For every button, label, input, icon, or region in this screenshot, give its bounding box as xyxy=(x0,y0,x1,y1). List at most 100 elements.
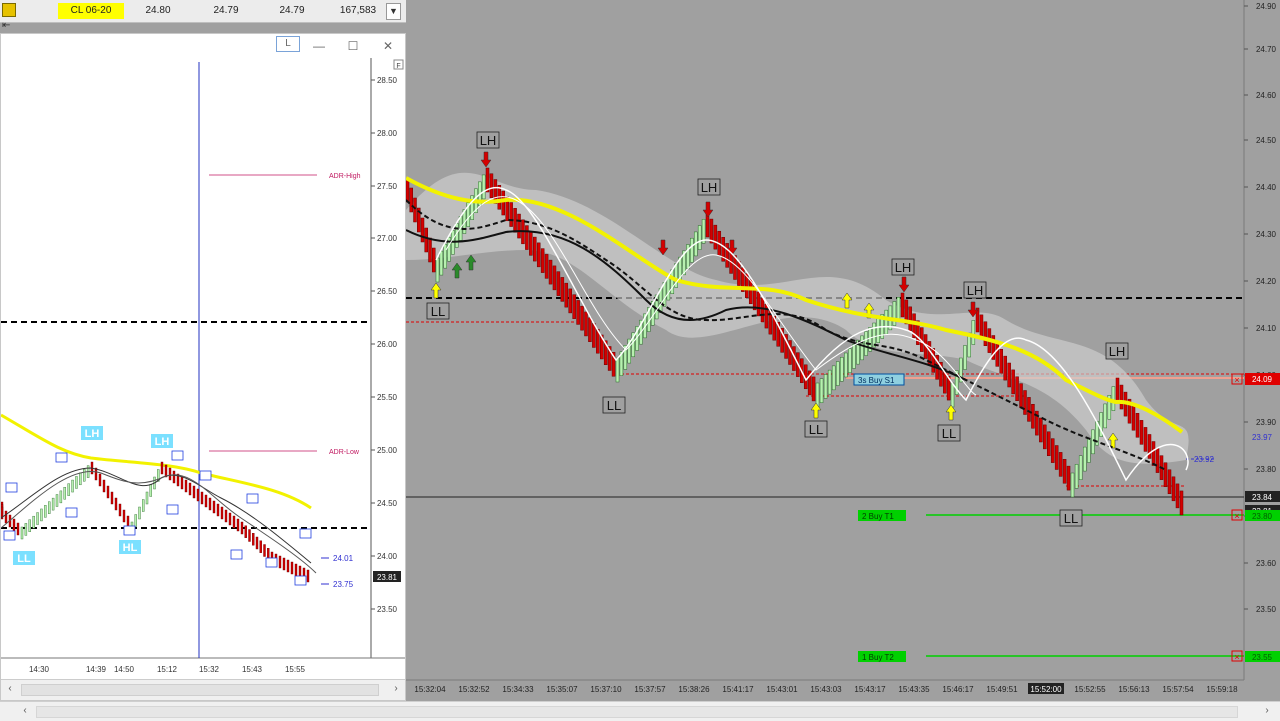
time-tick-label: 15:38:26 xyxy=(678,685,710,694)
swing-marker xyxy=(230,549,243,560)
order-buy-s1[interactable]: 3s Buy S1 xyxy=(853,373,905,386)
scroll-thumb[interactable] xyxy=(36,706,1238,718)
bear-bar xyxy=(1007,362,1011,388)
bull-bar xyxy=(55,494,59,507)
price-tick-label: 23.80 xyxy=(1256,465,1277,474)
bear-bar xyxy=(263,544,266,557)
scroll-right-icon[interactable]: › xyxy=(1260,704,1274,718)
price-tick-label: 24.60 xyxy=(1256,91,1277,100)
bull-bar xyxy=(848,348,852,373)
bear-bar xyxy=(979,314,984,340)
bull-bar xyxy=(892,301,897,326)
bear-bar xyxy=(525,225,529,250)
svg-text:15:43:35: 15:43:35 xyxy=(898,685,930,694)
bear-bar xyxy=(240,521,244,535)
svg-text:15:52:00: 15:52:00 xyxy=(1030,685,1062,694)
bear-bar xyxy=(424,227,428,253)
svg-text:LH: LH xyxy=(967,283,984,298)
bear-bar xyxy=(788,340,792,365)
swing-marker xyxy=(5,482,18,493)
svg-text:15:34:33: 15:34:33 xyxy=(502,685,534,694)
swing-marker xyxy=(55,452,68,463)
bear-bar xyxy=(1054,445,1059,470)
swing-marker xyxy=(166,504,179,515)
svg-text:LH: LH xyxy=(895,260,912,275)
bear-bar xyxy=(409,187,413,213)
bear-bar xyxy=(517,213,521,239)
swing-marker xyxy=(265,557,278,568)
scroll-thumb[interactable] xyxy=(21,684,379,696)
bull-bar xyxy=(1078,455,1083,480)
bear-bar xyxy=(1167,469,1172,495)
svg-text:15:59:18: 15:59:18 xyxy=(1206,685,1238,694)
bull-bar xyxy=(149,484,152,497)
tab-l[interactable]: L xyxy=(276,36,300,52)
quote-symbol[interactable]: CL 06-20 xyxy=(58,3,124,19)
order-buy-t2[interactable]: 1 Buy T2 xyxy=(858,651,906,662)
bear-bar xyxy=(428,237,432,263)
bull-bar xyxy=(1074,464,1079,489)
left-scrollbar[interactable]: ‹ › xyxy=(1,679,405,700)
bear-bar xyxy=(192,485,196,499)
maximize-icon[interactable]: ☐ xyxy=(341,36,365,56)
price-tick-label: 23.50 xyxy=(377,605,398,614)
bull-bar xyxy=(840,357,844,382)
bear-bar xyxy=(294,563,298,577)
bull-bar xyxy=(690,237,694,263)
time-tick-label: 15:46:17 xyxy=(942,685,974,694)
bear-bar xyxy=(548,259,553,285)
bear-bar xyxy=(236,518,240,532)
price-tick-label: 23.90 xyxy=(1256,418,1277,427)
time-tick-label: 15:37:10 xyxy=(590,685,622,694)
swing-marker xyxy=(299,528,312,539)
price-tag-buy-t1: 23.80 xyxy=(1245,510,1280,521)
main-chart[interactable]: 24.90 24.70 24.60 24.50 24.40 24.30 24.20 24.10… xyxy=(406,0,1280,701)
svg-text:1 Buy T2: 1 Buy T2 xyxy=(862,653,894,662)
scroll-right-icon[interactable]: › xyxy=(389,682,403,696)
close-window-icon[interactable]: ✕ xyxy=(376,36,400,56)
bear-bar xyxy=(489,173,494,199)
bear-bar xyxy=(255,536,259,550)
svg-text:15:43:03: 15:43:03 xyxy=(810,685,842,694)
scroll-left-icon[interactable]: ‹ xyxy=(18,704,32,718)
app-icon[interactable] xyxy=(2,3,16,17)
bear-bar xyxy=(588,317,592,342)
bear-bar xyxy=(110,491,114,505)
price-tick-label: 23.60 xyxy=(1256,559,1277,568)
bear-bar xyxy=(204,494,208,508)
svg-text:23.81: 23.81 xyxy=(377,573,398,582)
svg-text:LL: LL xyxy=(942,426,956,441)
bear-bar xyxy=(501,190,506,216)
bear-bar xyxy=(540,248,545,273)
svg-text:LL: LL xyxy=(809,422,823,437)
quote-volume: 167,583 xyxy=(339,5,377,16)
bear-bar xyxy=(756,291,761,317)
swing-label-lh: LH xyxy=(1105,342,1129,360)
left-chart-window[interactable]: L — ☐ ✕ F 28.50 28.00 27.50 27.00 26.50 26.00… xyxy=(0,33,406,701)
bear-bar xyxy=(102,479,106,493)
swing-label-lh: LH xyxy=(891,258,915,276)
time-tick-label: 15:12 xyxy=(157,665,178,674)
price-tick-label: 24.40 xyxy=(1256,183,1277,192)
scroll-left-icon[interactable]: ‹ xyxy=(3,682,17,696)
bull-bar xyxy=(59,490,63,504)
svg-text:15:32:52: 15:32:52 xyxy=(458,685,490,694)
swing-marker xyxy=(171,450,184,461)
bear-bar xyxy=(94,467,98,481)
bull-bar xyxy=(145,491,149,505)
left-chart[interactable]: F 28.50 28.00 27.50 27.00 26.50 26.00 25.50 25.… xyxy=(1,58,405,678)
svg-text:2 Buy T1: 2 Buy T1 xyxy=(862,512,894,521)
bull-bar xyxy=(24,523,28,536)
minimize-icon[interactable]: — xyxy=(307,36,331,56)
bear-bar xyxy=(931,348,936,373)
chevron-down-icon[interactable]: ▼ xyxy=(386,3,401,20)
svg-text:15:43:17: 15:43:17 xyxy=(854,685,886,694)
order-buy-t1[interactable]: 2 Buy T1 xyxy=(858,510,906,521)
price-tick-label: 28.50 xyxy=(377,76,398,85)
bear-bar xyxy=(232,515,236,529)
main-scrollbar[interactable]: ‹ › xyxy=(0,701,1280,721)
bull-bar xyxy=(63,487,66,500)
window-titlebar[interactable]: L — ☐ ✕ xyxy=(1,34,405,58)
bear-bar xyxy=(1135,413,1140,438)
bull-bar xyxy=(48,501,51,514)
